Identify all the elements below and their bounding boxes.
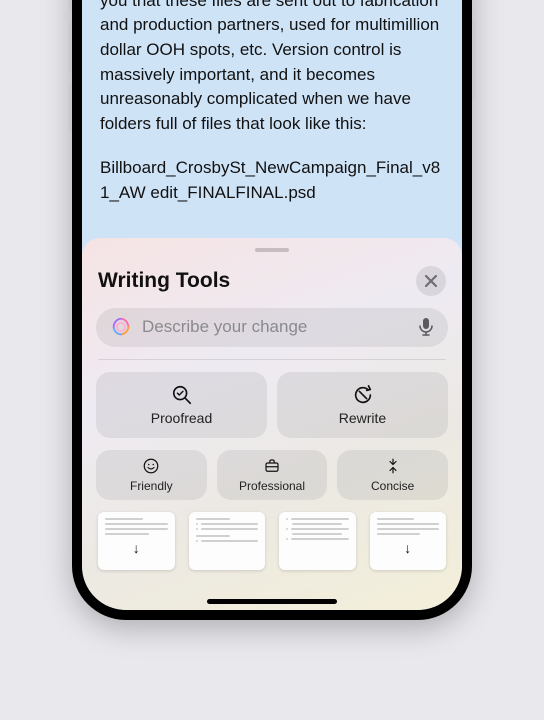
rewrite-icon <box>352 384 374 406</box>
concise-label: Concise <box>371 479 414 493</box>
writing-tools-sheet: Writing Tools <box>82 238 462 610</box>
format-option-keypoints[interactable] <box>189 512 266 570</box>
divider <box>98 359 446 360</box>
screen: kicked off this project. Surely I needn'… <box>82 0 462 610</box>
format-option-list[interactable] <box>279 512 356 570</box>
arrow-down-icon: ↓ <box>133 540 140 556</box>
document-paragraph: kicked off this project. Surely I needn'… <box>100 0 444 136</box>
sheet-grabber[interactable] <box>255 248 289 252</box>
side-button <box>69 22 72 72</box>
concise-button[interactable]: Concise <box>337 450 448 500</box>
describe-change-field[interactable] <box>96 308 448 348</box>
sheet-title: Writing Tools <box>98 269 230 293</box>
proofread-button[interactable]: Proofread <box>96 372 267 438</box>
format-option-table[interactable]: ↓ <box>370 512 447 570</box>
describe-change-input[interactable] <box>142 317 408 337</box>
document-filename: Billboard_CrosbySt_NewCampaign_Final_v81… <box>100 156 444 205</box>
phone-frame: kicked off this project. Surely I needn'… <box>72 0 472 620</box>
proofread-label: Proofread <box>151 410 212 426</box>
close-button[interactable] <box>416 266 446 296</box>
format-options-row: ↓ <box>96 512 448 570</box>
document-text-area[interactable]: kicked off this project. Surely I needn'… <box>82 0 462 236</box>
smile-icon <box>142 457 160 475</box>
side-button <box>69 82 72 132</box>
sheet-header: Writing Tools <box>96 266 448 296</box>
side-button <box>69 0 72 10</box>
rewrite-label: Rewrite <box>339 410 386 426</box>
home-indicator[interactable] <box>207 599 337 604</box>
friendly-button[interactable]: Friendly <box>96 450 207 500</box>
close-icon <box>425 275 437 287</box>
side-button <box>472 20 475 100</box>
microphone-icon[interactable] <box>418 317 434 337</box>
concise-icon <box>384 457 402 475</box>
tone-actions-row: Friendly Professional Concise <box>96 450 448 500</box>
apple-intelligence-icon <box>110 316 132 338</box>
primary-actions-row: Proofread Rewrite <box>96 372 448 438</box>
professional-button[interactable]: Professional <box>217 450 328 500</box>
briefcase-icon <box>263 457 281 475</box>
friendly-label: Friendly <box>130 479 173 493</box>
arrow-down-icon: ↓ <box>404 540 411 556</box>
magnifier-check-icon <box>171 384 193 406</box>
professional-label: Professional <box>239 479 305 493</box>
format-option-summary[interactable]: ↓ <box>98 512 175 570</box>
rewrite-button[interactable]: Rewrite <box>277 372 448 438</box>
